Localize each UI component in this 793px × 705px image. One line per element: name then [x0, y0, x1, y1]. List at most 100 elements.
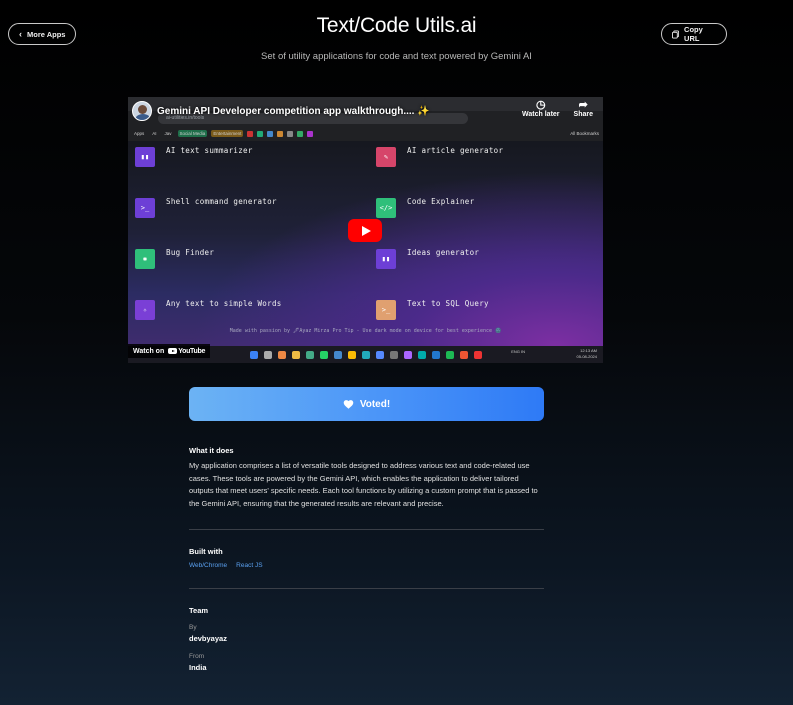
page-subtitle: Set of utility applications for code and… — [261, 51, 532, 62]
channel-avatar[interactable] — [132, 101, 152, 121]
app-icon — [375, 350, 384, 359]
folder-icon — [291, 350, 300, 359]
video-embed[interactable]: ai-utilities.in/tools Apps AI Jav Social… — [128, 97, 603, 363]
bookmark-icon — [257, 130, 264, 137]
bookmarks-bar: Apps AI Jav Social Media Entertainment A… — [128, 127, 603, 140]
team-heading: Team — [189, 606, 209, 615]
share-button[interactable]: ➦ Share — [573, 99, 593, 119]
bookmark-icon — [287, 130, 294, 137]
code-icon: </> — [376, 198, 396, 218]
author-country: India — [189, 663, 207, 672]
bookmark-item: Apps — [134, 131, 145, 136]
bookmark-item: Entertainment — [211, 130, 244, 137]
by-label: By — [189, 624, 197, 631]
team-section: Team By devbyayaz From India — [189, 606, 544, 672]
app-icon — [305, 350, 314, 359]
edge-icon — [361, 350, 370, 359]
search-icon — [263, 350, 272, 359]
tray-language: ENG IN — [511, 349, 525, 354]
app-icon — [417, 350, 426, 359]
tray-time: 12:13 AM — [580, 348, 597, 353]
play-icon — [361, 225, 371, 236]
copy-icon — [672, 30, 680, 38]
app-icon — [333, 350, 342, 359]
youtube-logo: YouTube — [168, 348, 205, 355]
app-icon — [403, 350, 412, 359]
tech-tags: Web/Chrome React JS — [189, 562, 544, 569]
watch-later-label: Watch later — [522, 111, 560, 118]
copy-url-button[interactable]: Copy URL — [661, 23, 727, 45]
tool-label: Code Explainer — [407, 197, 475, 206]
sparkle-icon: ✧ — [135, 300, 155, 320]
youtube-play-icon — [168, 348, 178, 354]
watch-on-youtube-button[interactable]: Watch on YouTube — [128, 344, 211, 358]
windows-icon — [249, 350, 258, 359]
bookmark-icon — [277, 130, 284, 137]
tray-clock: 12:13 AM 05-08-2024 — [577, 348, 597, 360]
chrome-icon — [347, 350, 356, 359]
tool-item: ▮▮ Ideas generator — [376, 248, 480, 269]
vote-button[interactable]: Voted! — [189, 387, 544, 421]
bug-icon: ✱ — [135, 249, 155, 269]
whatsapp-icon — [319, 350, 328, 359]
play-button[interactable] — [348, 219, 382, 242]
bookmark-icon — [267, 130, 274, 137]
share-icon: ➦ — [578, 99, 588, 111]
tool-item: >_ Text to SQL Query — [376, 299, 489, 320]
edit-icon: ✎ — [376, 147, 396, 167]
tool-label: AI article generator — [407, 146, 504, 155]
heart-icon — [343, 400, 354, 409]
vscode-icon — [431, 350, 440, 359]
video-actions: ◷ Watch later ➦ Share — [522, 99, 593, 119]
share-label: Share — [573, 111, 593, 118]
divider — [189, 529, 544, 530]
author-name[interactable]: devbyayaz — [189, 634, 544, 643]
terminal-icon: >_ — [135, 198, 155, 218]
from-label: From — [189, 653, 205, 660]
youtube-label: YouTube — [178, 347, 206, 355]
built-with-section: Built with Web/Chrome React JS — [189, 547, 544, 569]
built-with-heading: Built with — [189, 547, 223, 556]
app-icon — [473, 350, 482, 359]
book-icon: ▮▮ — [376, 249, 396, 269]
watch-on-label: Watch on — [133, 347, 165, 355]
bookmark-icon — [297, 130, 304, 137]
bookmark-icon — [307, 130, 314, 137]
app-icon — [459, 350, 468, 359]
tech-tag[interactable]: Web/Chrome — [189, 562, 227, 569]
bookmark-item: Social Media — [177, 130, 208, 137]
video-title-bar: Gemini API Developer competition app wal… — [128, 97, 603, 125]
tool-item: ✱ Bug Finder — [135, 248, 215, 269]
vote-label: Voted! — [359, 398, 391, 410]
bookmark-item: AI — [152, 131, 157, 136]
tool-label: Ideas generator — [407, 248, 480, 257]
what-it-does-section: What it does My application comprises a … — [189, 446, 544, 510]
tool-item: </> Code Explainer — [376, 197, 475, 218]
tool-item: ✎ AI article generator — [376, 146, 504, 167]
tray-date: 05-08-2024 — [576, 354, 597, 359]
video-screen: ▮▮ AI text summarizer ✎ AI article gener… — [128, 141, 603, 346]
video-title[interactable]: Gemini API Developer competition app wal… — [157, 106, 430, 117]
copy-url-label: Copy URL — [684, 25, 703, 43]
bookmark-item: All Bookmarks — [570, 131, 599, 136]
bookmark-item: Jav — [164, 131, 172, 136]
book-icon: ▮▮ — [135, 147, 155, 167]
what-it-does-heading: What it does — [189, 446, 234, 455]
app-icon — [389, 350, 398, 359]
tool-label: Any text to simple Words — [166, 299, 282, 308]
watch-later-button[interactable]: ◷ Watch later — [522, 99, 560, 119]
tech-tag[interactable]: React JS — [236, 562, 262, 569]
tool-item: ✧ Any text to simple Words — [135, 299, 282, 320]
video-footer-text: Made with passion by 🖋Ayaz Mirza Pro Tip… — [229, 328, 502, 334]
what-it-does-body: My application comprises a list of versa… — [189, 461, 538, 508]
bookmark-icon — [247, 130, 254, 137]
terminal-icon: >_ — [376, 300, 396, 320]
tool-label: Shell command generator — [166, 197, 277, 206]
tool-label: AI text summarizer — [166, 146, 253, 155]
spotify-icon — [445, 350, 454, 359]
tool-label: Text to SQL Query — [407, 299, 489, 308]
tool-label: Bug Finder — [166, 248, 215, 257]
tool-item: >_ Shell command generator — [135, 197, 277, 218]
clock-icon: ◷ — [535, 99, 546, 111]
divider — [189, 588, 544, 589]
